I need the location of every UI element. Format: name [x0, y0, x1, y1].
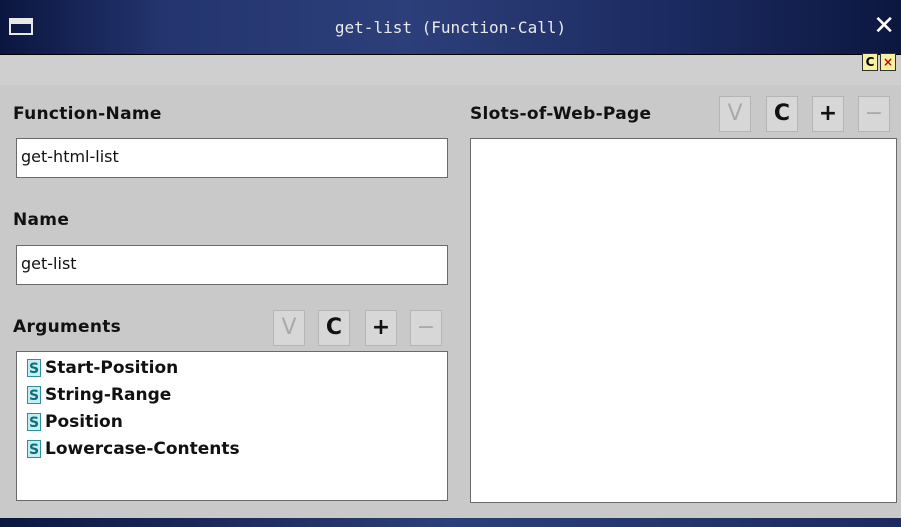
- name-label: Name: [13, 210, 70, 230]
- function-name-label: Function-Name: [13, 104, 162, 124]
- function-name-field[interactable]: get-html-list: [16, 138, 448, 178]
- mini-c-button[interactable]: C: [862, 53, 878, 71]
- title-bar[interactable]: get-list (Function-Call) ✕: [0, 0, 901, 55]
- arguments-v-button[interactable]: V: [273, 310, 305, 346]
- slot-type-icon: S: [27, 440, 41, 458]
- slots-v-button[interactable]: V: [719, 96, 751, 132]
- slots-list[interactable]: [470, 138, 897, 503]
- slots-remove-button[interactable]: −: [858, 96, 890, 132]
- toolbar-strip: [0, 55, 901, 85]
- list-item[interactable]: S Lowercase-Contents: [27, 438, 240, 460]
- arguments-label: Arguments: [13, 317, 122, 337]
- argument-label: Position: [45, 412, 123, 432]
- slot-type-icon: S: [27, 359, 41, 377]
- name-field[interactable]: get-list: [16, 245, 448, 285]
- arguments-c-button[interactable]: C: [318, 310, 350, 346]
- arguments-add-button[interactable]: +: [365, 310, 397, 346]
- list-item[interactable]: S Start-Position: [27, 357, 178, 379]
- argument-label: Lowercase-Contents: [45, 439, 240, 459]
- arguments-remove-button[interactable]: −: [410, 310, 442, 346]
- arguments-list[interactable]: S Start-Position S String-Range S Positi…: [16, 351, 448, 501]
- argument-label: Start-Position: [45, 358, 179, 378]
- slots-c-button[interactable]: C: [766, 96, 798, 132]
- bottom-edge: [0, 518, 901, 527]
- slots-add-button[interactable]: +: [812, 96, 844, 132]
- argument-label: String-Range: [45, 385, 172, 405]
- mini-close-button[interactable]: ×: [880, 53, 896, 71]
- list-item[interactable]: S Position: [27, 411, 123, 433]
- list-item[interactable]: S String-Range: [27, 384, 171, 406]
- slot-type-icon: S: [27, 413, 41, 431]
- slot-type-icon: S: [27, 386, 41, 404]
- window-title: get-list (Function-Call): [334, 18, 567, 37]
- close-icon[interactable]: ✕: [873, 12, 895, 40]
- slots-label: Slots-of-Web-Page: [470, 104, 652, 124]
